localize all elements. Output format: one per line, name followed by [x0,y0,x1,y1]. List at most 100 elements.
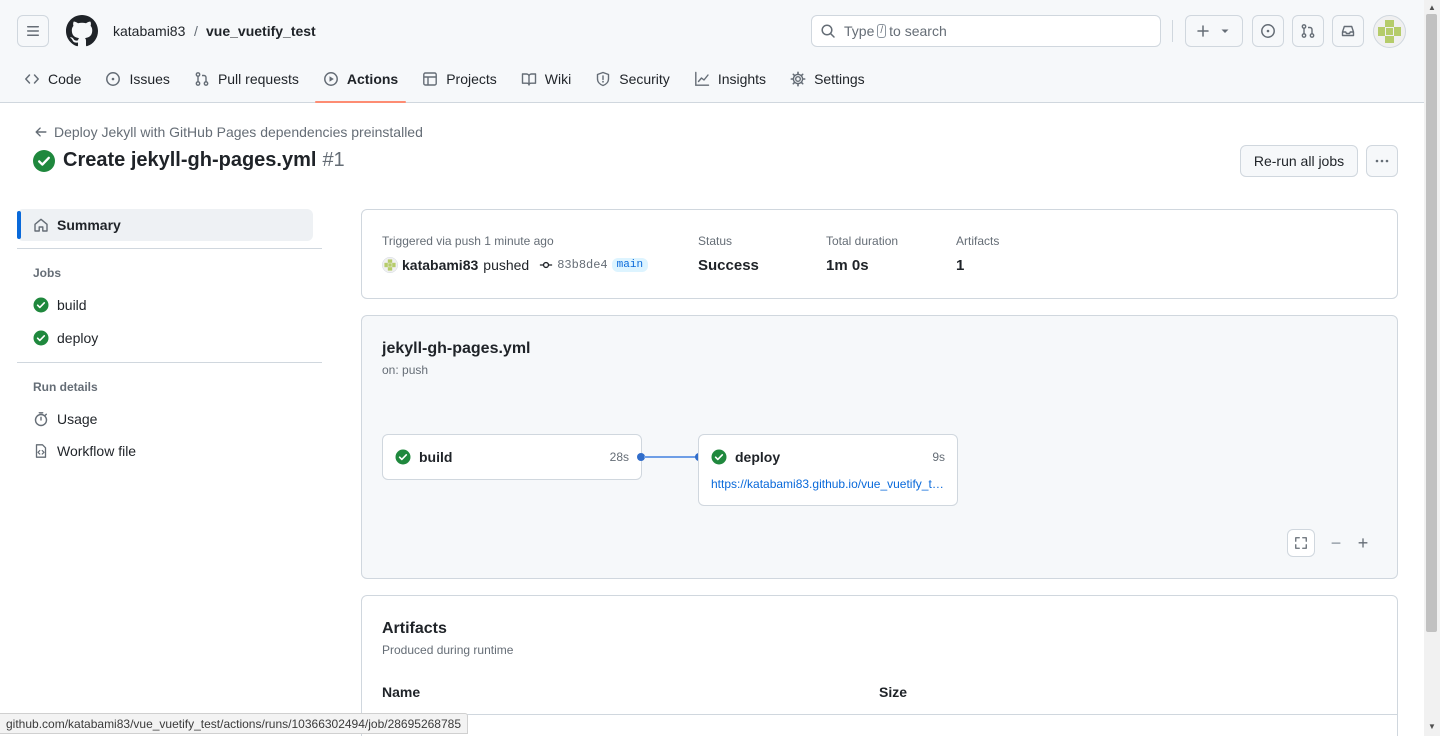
scrollbar-thumb[interactable] [1426,14,1437,632]
link-preview-status-bar: github.com/katabami83/vue_vuetify_test/a… [0,713,468,734]
commit-sha-link[interactable]: 83b8de4 [557,258,607,272]
workflow-trigger: on: push [382,363,429,377]
breadcrumb-repo[interactable]: vue_vuetify_test [206,22,316,40]
breadcrumb-owner[interactable]: katabami83 [113,22,185,40]
shield-icon [595,71,611,87]
sidebar-item-label: Usage [57,411,98,427]
status-value: Success [698,257,759,274]
menu-button[interactable] [17,15,49,47]
tab-pull-requests[interactable]: Pull requests [186,62,307,96]
push-action: pushed [483,257,530,273]
zoom-in-button[interactable]: + [1349,529,1377,557]
hamburger-icon [27,26,39,36]
run-summary-card: Triggered via push 1 minute ago katabami… [361,209,1398,299]
actor-avatar[interactable] [382,257,398,273]
check-circle-fill-icon [33,330,49,346]
workflow-file-name: jekyll-gh-pages.yml [382,340,531,357]
stopwatch-icon [33,411,49,427]
artifacts-column-name: Name [382,684,421,700]
sidebar-item-summary[interactable]: Summary [17,209,313,241]
tab-actions[interactable]: Actions [314,62,407,103]
gear-icon [790,71,806,87]
sidebar-item-label: build [57,297,87,313]
tab-code[interactable]: Code [16,62,89,96]
sidebar-item-label: Workflow file [57,443,137,459]
play-icon [323,71,339,87]
tab-security[interactable]: Security [587,62,678,96]
sidebar-item-label: deploy [57,330,99,346]
check-circle-fill-icon [33,149,55,172]
sidebar-item-workflow-file[interactable]: Workflow file [33,443,136,459]
scroll-up-arrow-icon[interactable]: ▲ [1428,3,1436,12]
run-title: Create jekyll-gh-pages.yml [63,149,317,171]
total-duration-label: Total duration [826,234,899,248]
workflow-graph-card: jekyll-gh-pages.yml on: push build 28s d… [361,315,1398,579]
search-icon [820,23,836,39]
scroll-down-arrow-icon[interactable]: ▼ [1428,722,1436,731]
issue-opened-icon [1261,24,1275,38]
user-avatar[interactable] [1373,15,1406,48]
breadcrumb-separator: / [194,23,198,39]
artifacts-label: Artifacts [956,234,1000,248]
inbox-button[interactable] [1332,15,1364,47]
sidebar-divider [17,248,322,249]
fullscreen-button[interactable] [1287,529,1315,557]
header-divider [1172,20,1173,42]
zoom-out-button[interactable]: − [1322,529,1350,557]
check-circle-fill-icon [395,449,411,465]
tab-label: Actions [346,71,399,87]
triangle-down-icon [1221,29,1229,33]
code-icon [24,71,40,87]
tab-settings[interactable]: Settings [782,62,873,96]
tab-label: Projects [446,71,497,87]
sidebar-run-details-heading: Run details [33,380,98,394]
repo-header: katabami83 / vue_vuetify_test Type / to … [0,0,1424,103]
artifacts-title: Artifacts [382,620,447,637]
deployment-url-link[interactable]: https://katabami83.github.io/vue_vuetify… [711,477,945,491]
create-new-button[interactable] [1185,15,1243,47]
search-placeholder-suffix: to search [889,23,947,39]
tab-label: Code [48,71,82,87]
search-placeholder-prefix: Type [844,23,875,39]
repo-tabs: Code Issues Pull requests Actions Projec… [16,62,881,103]
table-icon [422,71,438,87]
plus-icon [1197,25,1209,37]
pull-request-icon [1301,24,1315,38]
tab-projects[interactable]: Projects [414,62,505,96]
job-duration: 9s [932,450,945,464]
tab-label: Settings [814,71,865,87]
artifacts-subtitle: Produced during runtime [382,643,514,657]
home-icon [33,217,49,233]
job-node-build[interactable]: build 28s [382,434,642,480]
branch-badge[interactable]: main [611,258,649,272]
status-label: Status [698,234,733,248]
job-node-deploy[interactable]: deploy 9s https://katabami83.github.io/v… [698,434,958,506]
issues-button[interactable] [1252,15,1284,47]
github-logo-icon[interactable] [66,15,98,47]
job-name: build [419,449,453,465]
sidebar-item-deploy[interactable]: deploy [33,330,98,346]
sidebar-item-build[interactable]: build [33,297,87,313]
pull-requests-button[interactable] [1292,15,1324,47]
book-icon [521,71,537,87]
job-dependency-line [644,456,696,458]
trigger-text: Triggered via push 1 minute ago [382,234,554,248]
sidebar-jobs-heading: Jobs [33,266,62,280]
pull-request-icon [194,71,210,87]
search-input[interactable]: Type / to search [811,15,1161,47]
back-to-workflow-link[interactable]: Deploy Jekyll with GitHub Pages dependen… [34,124,423,140]
artifacts-count[interactable]: 1 [956,257,964,274]
tab-wiki[interactable]: Wiki [513,62,579,96]
file-code-icon [33,443,49,459]
tab-insights[interactable]: Insights [686,62,774,96]
sidebar-item-usage[interactable]: Usage [33,411,97,427]
sidebar-item-label: Summary [57,217,121,233]
rerun-all-jobs-button[interactable]: Re-run all jobs [1240,145,1358,177]
issue-icon [105,71,121,87]
actor-link[interactable]: katabami83 [402,257,478,273]
back-link-label: Deploy Jekyll with GitHub Pages dependen… [54,124,423,140]
check-circle-fill-icon [711,449,727,465]
tab-label: Wiki [544,71,572,87]
more-options-button[interactable] [1366,145,1398,177]
tab-issues[interactable]: Issues [97,62,177,96]
